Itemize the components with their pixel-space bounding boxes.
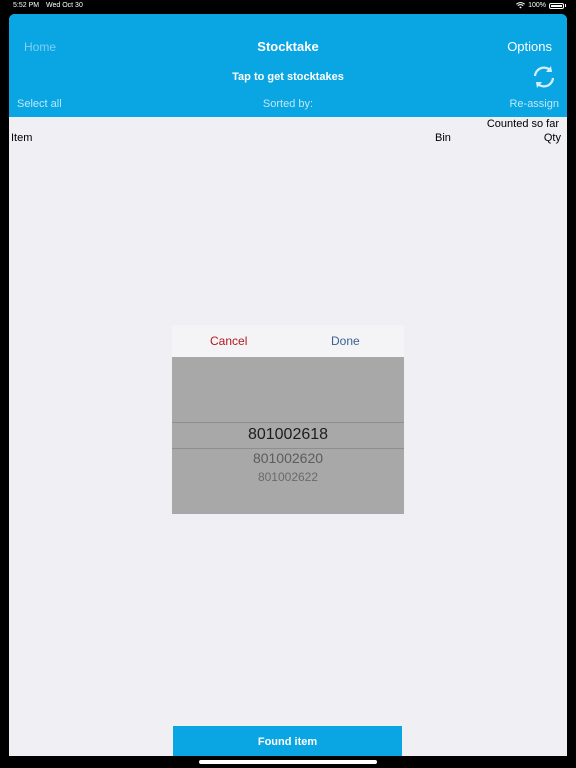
battery-icon bbox=[549, 2, 564, 9]
battery-percent: 100% bbox=[528, 2, 546, 9]
found-item-button[interactable]: Found item bbox=[173, 726, 402, 756]
reassign-button[interactable]: Re-assign bbox=[509, 98, 559, 110]
options-button[interactable]: Options bbox=[507, 39, 552, 54]
status-time: 5:52 PM bbox=[13, 2, 40, 9]
home-indicator bbox=[199, 760, 377, 764]
picker-option[interactable]: 801002620 bbox=[172, 450, 404, 466]
navigation-bar: Home Stocktake Options Tap to get stockt… bbox=[9, 14, 567, 117]
picker-wheel[interactable]: 801002618 801002620 801002622 bbox=[172, 357, 404, 514]
sorted-by-button[interactable]: Sorted by: bbox=[9, 98, 567, 110]
column-header-qty: Qty bbox=[543, 132, 561, 144]
wifi-icon bbox=[516, 2, 526, 9]
refresh-icon[interactable] bbox=[531, 64, 557, 90]
status-date: Wed Oct 30 bbox=[46, 2, 83, 9]
column-header-item: Item bbox=[11, 132, 33, 144]
app-screen: Home Stocktake Options Tap to get stockt… bbox=[9, 14, 567, 756]
picker-selection-top-line bbox=[172, 422, 404, 423]
battery-nub bbox=[565, 4, 566, 7]
picker-toolbar: Cancel Done bbox=[172, 325, 404, 357]
column-header-bin: Bin bbox=[435, 132, 451, 144]
item-picker-popup: Cancel Done 801002618 801002620 80100262… bbox=[172, 325, 404, 514]
done-button[interactable]: Done bbox=[331, 334, 360, 348]
column-header-counted: Counted so far bbox=[486, 118, 559, 130]
page-title: Stocktake bbox=[257, 39, 319, 54]
picker-option[interactable]: 801002622 bbox=[172, 470, 404, 484]
cancel-button[interactable]: Cancel bbox=[210, 334, 247, 348]
picker-selected-value[interactable]: 801002618 bbox=[172, 426, 404, 444]
picker-selection-bottom-line bbox=[172, 448, 404, 449]
status-bar: 5:52 PM Wed Oct 30 100% bbox=[0, 0, 576, 14]
get-stocktakes-button[interactable]: Tap to get stocktakes bbox=[9, 71, 567, 83]
status-indicators: 100% bbox=[516, 2, 566, 9]
